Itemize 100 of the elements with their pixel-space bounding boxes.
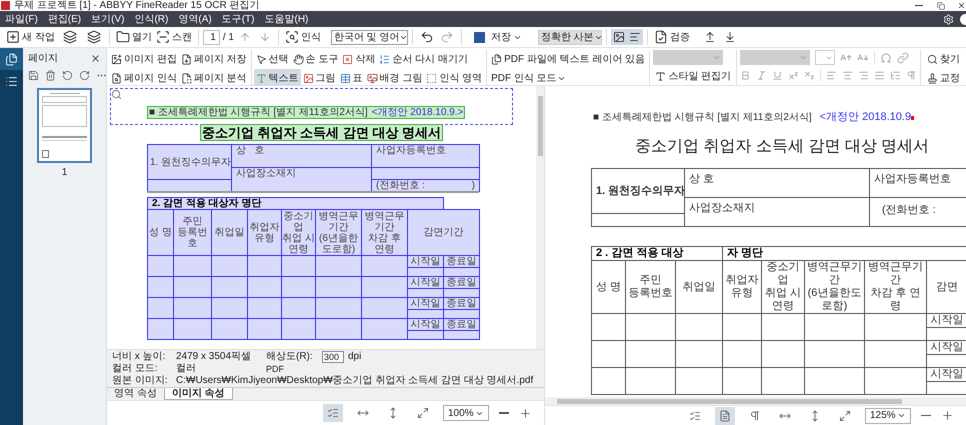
link-icon [897,52,910,64]
view-mode-button[interactable] [610,29,627,45]
pilcrow-icon [906,70,918,80]
pdf-mode-button[interactable]: PDF 인식 모드 [489,69,568,87]
column-header: 병역근무기간 차감 후 연령 [362,210,408,256]
search-icon [927,54,938,64]
view-button[interactable] [715,406,735,424]
pages-icon [5,52,18,66]
area-tool-button[interactable]: 배경 그림 [364,69,424,87]
menu-item[interactable]: 도움말(H) [259,12,314,26]
page-total-text: / 1 [222,30,234,44]
stamp-icon [927,72,938,84]
property-label: 너비 x 높이: [112,351,166,363]
page-analyze-icon [180,72,192,84]
area-tool-button[interactable]: 선택 [254,50,291,68]
menu-item[interactable]: 인식(R) [129,12,174,26]
arrow-up-icon [238,31,251,43]
page-action-button[interactable]: 페이지 인식 [109,69,179,87]
zoom-in-icon [941,409,954,422]
page-action-button[interactable]: 페이지 저장 [178,50,249,68]
reorder-icon [379,54,390,64]
plus-square-icon [6,30,20,44]
column-header: 취업자 유형 [722,260,762,314]
column-header: 병역근무기간 (6년을한도로함) [804,260,865,314]
new-task-button[interactable]: 새 작업 [4,28,57,46]
vertical-scrollbar[interactable] [536,86,544,349]
page-save-icon [180,54,192,64]
page-action-button[interactable]: 이미지 편집 [109,50,179,68]
chevron-down-icon [712,53,722,62]
view-button[interactable] [323,404,343,422]
language-dropdown[interactable]: 한국어 및 영어 [330,30,408,44]
open-button[interactable]: 열기 [114,28,154,46]
table-cell: 1. 원천징수의무자 [148,144,232,180]
pdf-layer-button[interactable]: PDF 파일에 텍스트 레이어 있음 [489,50,648,68]
menu-item[interactable]: 편집(E) [42,12,86,26]
style-editor-button[interactable]: 스타일 편집기 [653,67,734,85]
area-tool-button[interactable]: 인식 영역 [424,69,484,87]
menu-item[interactable]: 영역(A) [173,12,217,26]
rotate-right-icon [79,70,90,81]
font-grow-icon [840,52,852,64]
menu-item[interactable]: 파일(F) [0,12,43,26]
property-tab[interactable]: 이미지 속성 [164,388,233,400]
form-reference-text: ■ 조세특례제한법 시행규칙 [별지 제11호의2서식] [593,112,812,123]
area-tool-button[interactable]: 텍스트 [254,69,301,87]
list-view-icon [689,410,701,422]
column-header: 취업일 [676,260,723,314]
italic-icon [756,70,768,80]
page-recognize-icon [111,72,122,84]
page-number-field[interactable]: 1 [202,30,220,44]
section-heading: 2 . 감면 적용 대상 [592,246,723,260]
arrow-down-icon [258,31,271,43]
text-lines-icon [628,31,641,43]
area-tool-button[interactable]: 손 도구 [290,50,340,68]
table-cell: 시작일 [926,340,966,354]
save-button[interactable]: 저장 [488,28,513,46]
area-tool-button[interactable]: 순서 다시 매기기 [377,50,470,68]
scan-button[interactable]: 스캔 [154,28,194,46]
recognize-button[interactable]: 인식 [282,28,323,46]
redo-icon [440,30,454,44]
property-label: 해상도(R): [266,351,314,363]
column-header: 감면기간 [408,210,480,256]
rotate-left-icon [62,70,73,81]
window-title: 무제 프로젝트 [1] - ABBYY FineReader 15 OCR 편집기 [14,0,260,10]
save-icon [28,70,39,81]
app-logo-icon [1,1,10,10]
zoom-dropdown[interactable]: 100% [443,405,489,421]
find-button[interactable]: 찾기 [925,50,962,68]
page-thumbnail[interactable] [37,88,92,163]
property-tab[interactable]: 영역 속성 [107,388,164,400]
zoom-dropdown[interactable]: 125% [865,408,911,424]
page-action-button[interactable]: 페이지 분석 [178,69,249,87]
layers-icon [86,30,101,44]
subscript-icon [804,70,816,80]
area-tool-button[interactable]: 그림 [300,69,338,87]
area-tool-button[interactable]: 삭제 [340,50,378,68]
menu-item[interactable]: 보기(V) [86,12,130,26]
area-tool-button[interactable]: 표 [338,69,365,87]
align-left-icon [826,70,838,80]
form-reference-text: ■ 조세특례제한법 시행규칙 [별지 제11호의2서식] [149,107,368,118]
menu-item[interactable]: 도구(T) [216,12,260,26]
property-value: PDF [266,363,284,375]
unit-text: dpi [348,351,362,363]
save-format-dropdown[interactable]: 정확한 사본 [538,30,602,44]
proofread-button[interactable]: 교정 [925,69,962,87]
pointer-icon [256,54,267,64]
resolution-field[interactable]: 300 [322,351,344,363]
undo-icon [420,30,434,44]
magnifier-icon [111,89,122,100]
spacing-icon [890,70,902,80]
horizontal-scrollbar[interactable] [545,397,966,405]
underline-icon [772,70,784,80]
verify-button[interactable]: 검증 [652,28,692,46]
picture-area-icon [302,72,314,84]
font-icon [655,70,666,82]
minimize-icon [915,5,923,6]
fit-page-icon [417,407,429,419]
arrow-down-line-icon [724,31,736,43]
chevron-down-icon [897,411,906,420]
image-edit-icon [111,54,122,64]
table-cell: 사업장소재지 [684,198,870,226]
